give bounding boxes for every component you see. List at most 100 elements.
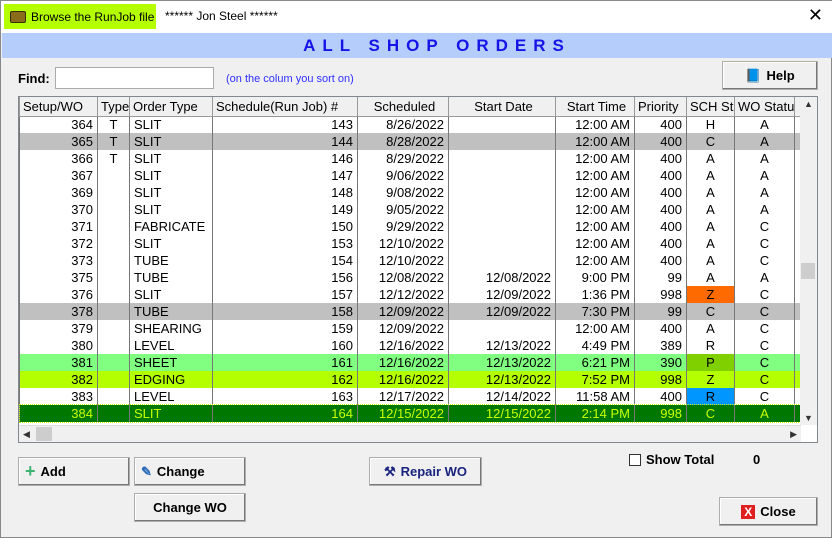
table-cell: C [734, 320, 795, 337]
horizontal-scrollbar[interactable]: ◀ ▶ [19, 425, 801, 442]
table-row[interactable]: 366 T SLIT 146 8/29/2022 12:00 AM 400 A A [19, 150, 802, 167]
browse-runjob-button[interactable]: Browse the RunJob file [4, 4, 156, 29]
horizontal-scroll-thumb[interactable] [36, 427, 52, 441]
table-cell: SLIT [129, 184, 213, 201]
total-value: 0 [753, 452, 761, 467]
find-input[interactable] [55, 67, 214, 89]
table-cell [448, 133, 556, 150]
change-button[interactable]: ✎ Change [134, 457, 246, 486]
table-cell: T [97, 116, 130, 133]
table-cell: 99 [634, 269, 687, 286]
table-cell: T [97, 150, 130, 167]
column-header[interactable]: Setup/WO [19, 97, 98, 117]
table-cell: 12:00 AM [555, 320, 635, 337]
table-cell: SLIT [129, 286, 213, 303]
table-cell: 12/13/2022 [448, 337, 556, 354]
table-cell: TUBE [129, 269, 213, 286]
repair-wo-button[interactable]: ⚒ Repair WO [369, 457, 482, 486]
table-cell [97, 286, 130, 303]
table-cell: 383 [19, 388, 98, 405]
table-row[interactable]: 379 SHEARING 159 12/09/2022 12:00 AM 400 A C [19, 320, 802, 337]
scroll-right-icon[interactable]: ▶ [790, 429, 797, 440]
help-button[interactable]: 📘 Help [722, 61, 818, 90]
table-cell: 162 [212, 371, 358, 388]
table-cell: 381 [19, 354, 98, 371]
title-bar: Browse the RunJob file ****** Jon Steel … [1, 1, 832, 33]
column-header[interactable]: Start Date [448, 97, 556, 117]
table-cell: 12/16/2022 [357, 354, 449, 371]
table-cell: SLIT [129, 150, 213, 167]
table-row[interactable]: 383 LEVEL 163 12/17/2022 12/14/2022 11:58 AM 4… [19, 388, 802, 405]
vertical-scroll-thumb[interactable] [801, 263, 815, 279]
table-cell: 12:00 AM [555, 235, 635, 252]
table-row[interactable]: 372 SLIT 153 12/10/2022 12:00 AM 400 A C [19, 235, 802, 252]
table-cell: R [686, 388, 735, 405]
column-header[interactable]: Scheduled [357, 97, 449, 117]
table-cell: 156 [212, 269, 358, 286]
table-cell: 400 [634, 235, 687, 252]
table-cell: 8/29/2022 [357, 150, 449, 167]
table-cell: 366 [19, 150, 98, 167]
table-row[interactable]: 382 EDGING 162 12/16/2022 12/13/2022 7:52 PM 9… [19, 371, 802, 388]
table-row[interactable]: 373 TUBE 154 12/10/2022 12:00 AM 400 A C [19, 252, 802, 269]
column-header[interactable]: SCH Sta [686, 97, 735, 117]
table-row[interactable]: 381 SHEET 161 12/16/2022 12/13/2022 6:21 PM 39… [19, 354, 802, 371]
table-cell: A [734, 116, 795, 133]
table-cell: A [734, 167, 795, 184]
window-close-icon[interactable]: ✕ [808, 5, 823, 26]
column-header[interactable]: Priority [634, 97, 687, 117]
table-cell: C [734, 388, 795, 405]
table-cell: 384 [19, 405, 98, 422]
table-cell: 376 [19, 286, 98, 303]
add-button[interactable]: + Add [18, 457, 130, 486]
table-cell: 12:00 AM [555, 252, 635, 269]
table-row[interactable]: 384 SLIT 164 12/15/2022 12/15/2022 2:14 PM 998… [18, 404, 803, 423]
table-cell: 372 [19, 235, 98, 252]
table-row[interactable]: 371 FABRICATE 150 9/29/2022 12:00 AM 400 A C [19, 218, 802, 235]
table-cell: 8/28/2022 [357, 133, 449, 150]
table-cell [97, 371, 130, 388]
table-cell: A [734, 269, 795, 286]
table-cell: 12/16/2022 [357, 337, 449, 354]
table-row[interactable]: 378 TUBE 158 12/09/2022 12/09/2022 7:30 PM 99 C… [19, 303, 802, 320]
scroll-down-icon[interactable]: ▼ [804, 413, 813, 423]
table-cell: 998 [634, 405, 687, 422]
change-wo-button[interactable]: Change WO [134, 493, 246, 522]
table-cell [97, 218, 130, 235]
table-row[interactable]: 364 T SLIT 143 8/26/2022 12:00 AM 400 H A [19, 116, 802, 133]
checkbox-box[interactable] [629, 453, 641, 466]
show-total-checkbox[interactable]: Show Total [629, 452, 714, 467]
table-row[interactable]: 367 SLIT 147 9/06/2022 12:00 AM 400 A A [19, 167, 802, 184]
scroll-up-icon[interactable]: ▲ [804, 99, 813, 109]
orders-grid[interactable]: Setup/WO Type Order Type Schedule(Run Job) … [18, 96, 818, 443]
table-cell: A [734, 405, 795, 422]
close-button[interactable]: X Close [719, 497, 818, 526]
column-header[interactable]: Order Type [129, 97, 213, 117]
scroll-left-icon[interactable]: ◀ [23, 429, 30, 440]
table-cell: SLIT [129, 235, 213, 252]
tools-icon: ⚒ [383, 463, 396, 479]
table-cell: C [734, 252, 795, 269]
table-row[interactable]: 365 T SLIT 144 8/28/2022 12:00 AM 400 C A [19, 133, 802, 150]
find-label: Find: [18, 71, 50, 86]
table-cell: 382 [19, 371, 98, 388]
help-book-icon: 📘 [745, 67, 762, 83]
table-cell: 12/14/2022 [448, 388, 556, 405]
table-cell: 1:36 PM [555, 286, 635, 303]
table-row[interactable]: 375 TUBE 156 12/08/2022 12/08/2022 9:00 PM 99 A… [19, 269, 802, 286]
table-row[interactable]: 376 SLIT 157 12/12/2022 12/09/2022 1:36 PM 998… [19, 286, 802, 303]
vertical-scrollbar[interactable]: ▲ ▼ [800, 97, 817, 425]
table-cell: 9/05/2022 [357, 201, 449, 218]
table-cell: 400 [634, 320, 687, 337]
table-cell [448, 167, 556, 184]
column-header[interactable]: Schedule(Run Job) # [212, 97, 358, 117]
table-row[interactable]: 380 LEVEL 160 12/16/2022 12/13/2022 4:49 PM 38… [19, 337, 802, 354]
column-header[interactable]: Start Time [555, 97, 635, 117]
column-header[interactable]: Type [97, 97, 130, 117]
table-cell: A [734, 184, 795, 201]
column-header[interactable]: WO Statu [734, 97, 795, 117]
table-cell: 400 [634, 388, 687, 405]
table-row[interactable]: 369 SLIT 148 9/08/2022 12:00 AM 400 A A [19, 184, 802, 201]
table-cell: H [686, 116, 735, 133]
table-row[interactable]: 370 SLIT 149 9/05/2022 12:00 AM 400 A A [19, 201, 802, 218]
